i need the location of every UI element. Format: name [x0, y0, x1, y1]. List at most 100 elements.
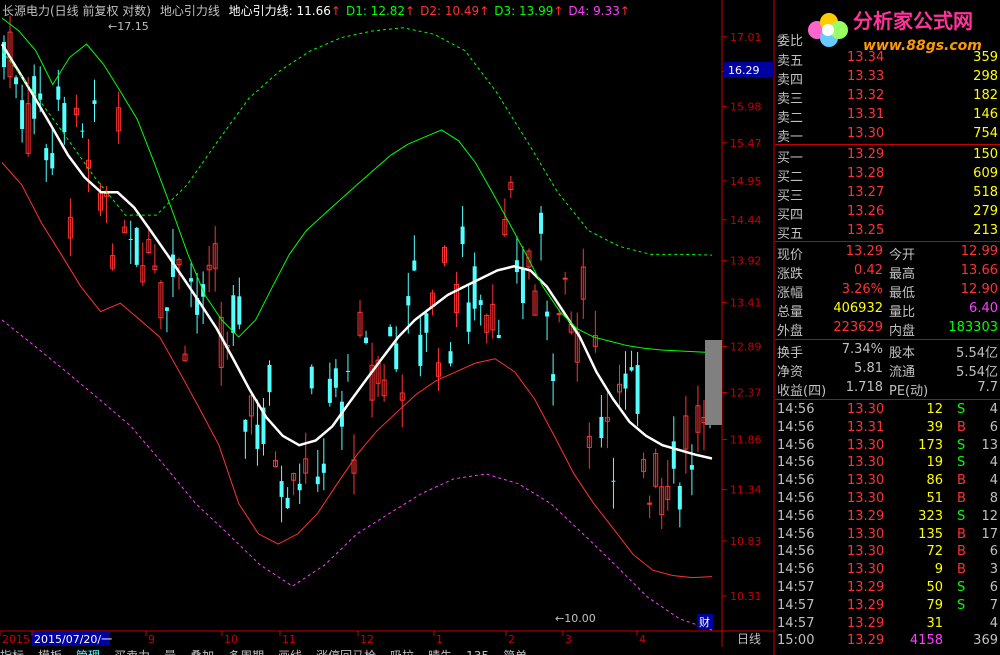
- x-tick-label: 2015: [2, 633, 30, 646]
- candle-body: [520, 268, 525, 304]
- tick-row: 14:56 13.29 323 S 12: [777, 508, 998, 524]
- y-tick-label: 13.92: [730, 255, 762, 268]
- candle-body: [237, 296, 242, 325]
- up-arrow-icon: ↑: [619, 4, 630, 18]
- candle-body: [333, 368, 338, 388]
- bottom-tab[interactable]: 简单: [503, 649, 527, 655]
- candle-body: [460, 226, 465, 245]
- x-tick-label: 3: [565, 633, 572, 646]
- candle-body: [231, 295, 236, 333]
- header-value-4: D4: 9.33: [568, 4, 620, 18]
- tick-row: 14:56 13.30 9 B 3: [777, 562, 998, 578]
- candle-body: [327, 378, 332, 403]
- quote-panel: 委比 卖五 13.34 359 卖四 13.33 298 卖三 13.32 182 卖二 13.31 1…: [775, 0, 1000, 655]
- bottom-tab[interactable]: 量: [164, 649, 176, 655]
- header-value-2: D2: 10.49: [420, 4, 480, 18]
- series-line-D2: [1, 162, 713, 579]
- x-tick-label: 9: [148, 633, 155, 646]
- candle-body: [551, 374, 556, 381]
- candle-body: [20, 100, 25, 129]
- y-tick-label: 17.01: [730, 31, 762, 44]
- stat-row: 总量 406932 量比 6.40: [777, 301, 998, 320]
- stat-row: 涨跌 0.42 最高 13.66: [777, 263, 998, 282]
- x-tick-label: 1: [436, 633, 443, 646]
- bottom-tab[interactable]: 涨停回马枪: [316, 649, 376, 655]
- ask-row: 卖五 13.34 359: [777, 50, 998, 69]
- tick-row: 14:56 13.30 72 B 6: [777, 544, 998, 560]
- stat-row: 现价 13.29 今开 12.99: [777, 244, 998, 263]
- header-value-1: D1: 12.82: [345, 4, 406, 18]
- candle-body: [80, 130, 85, 132]
- bottom-tab[interactable]: 吸拉: [390, 649, 414, 655]
- candle-body: [243, 419, 248, 432]
- candle-body: [285, 497, 290, 509]
- candle-body: [466, 302, 471, 332]
- tick-row: 14:56 13.30 173 S 13: [777, 437, 998, 453]
- bottom-tab[interactable]: 买卖力: [114, 649, 150, 655]
- bottom-tab[interactable]: 叠加: [190, 649, 214, 655]
- ask-row: 卖二 13.31 146: [777, 107, 998, 126]
- up-arrow-icon: ↑: [330, 4, 341, 18]
- chart-header: 长源电力(日线 前复权 对数) 地心引力线 地心引力线: 11.66↑ D1: 1…: [2, 2, 640, 18]
- y-tick-label: 14.95: [730, 175, 762, 188]
- candle-body: [412, 260, 417, 271]
- panel-divider-line: [775, 339, 1000, 340]
- candle-body: [364, 337, 369, 344]
- bottom-tab[interactable]: 多周期: [228, 649, 264, 655]
- ask-row: 卖一 13.30 754: [777, 126, 998, 145]
- bottom-tab[interactable]: 指标: [0, 649, 24, 655]
- info-row: 净资 5.81 流通 5.54亿: [777, 361, 998, 380]
- bottom-tab[interactable]: 晴朱: [428, 649, 452, 655]
- candle-body: [545, 311, 550, 317]
- bottom-tab[interactable]: 135: [466, 649, 489, 655]
- candle-body: [345, 370, 350, 372]
- stock-title: 长源电力(日线 前复权 对数): [2, 4, 151, 18]
- bottom-tab[interactable]: 画线: [278, 649, 302, 655]
- series-line-D3: [1, 27, 713, 256]
- candle-body: [44, 148, 49, 161]
- x-tick-label: 2015/07/20/一: [34, 633, 112, 646]
- candle-body: [267, 364, 272, 393]
- x-tick-label: 10: [224, 633, 238, 646]
- tick-row: 14:57 13.29 79 S 7: [777, 597, 998, 613]
- bottom-tab[interactable]: 管理: [76, 649, 100, 655]
- tick-row: 14:56 13.30 86 B 4: [777, 473, 998, 489]
- stat-row: 外盘 223629 内盘 183303: [777, 320, 998, 339]
- bid-row: 买五 13.25 213: [777, 223, 998, 242]
- kline-chart[interactable]: 17.0116.4915.9815.4714.9514.4413.9213.41…: [0, 0, 775, 655]
- candle-body: [297, 483, 302, 491]
- info-row: 换手 7.34% 股本 5.54亿: [777, 342, 998, 361]
- tick-row: 14:56 13.30 51 B 8: [777, 491, 998, 506]
- candle-body: [611, 480, 616, 482]
- ask-row: 卖四 13.33 298: [777, 69, 998, 88]
- candle-body: [418, 334, 423, 366]
- min-price-annotation: ←10.00: [555, 612, 596, 625]
- candle-body: [472, 266, 477, 309]
- bottom-tab-bar: 指标 模板 管理 买卖力 量 叠加 多周期 画线 涨停回马枪 吸拉 晴朱 135 简单: [0, 647, 775, 655]
- candle-body: [478, 300, 483, 305]
- bottom-tab[interactable]: 模板: [38, 649, 62, 655]
- period-label: 日线: [737, 632, 761, 646]
- y-tick-label: 11.86: [730, 434, 762, 447]
- candle-body: [56, 86, 61, 100]
- x-tick-label: 2: [508, 633, 515, 646]
- candle-body: [315, 476, 320, 485]
- candle-body: [92, 100, 97, 104]
- candle-body: [671, 441, 676, 469]
- candle-body: [677, 485, 682, 510]
- candle-body: [496, 334, 501, 338]
- tick-row: 15:00 13.29 4158 369: [777, 633, 998, 649]
- bid-row: 买一 13.29 150: [777, 147, 998, 166]
- candle-body: [50, 153, 55, 169]
- candle-body: [164, 307, 169, 311]
- up-arrow-icon: ↑: [479, 4, 490, 18]
- series-line-地心引力线: [0, 43, 713, 460]
- x-tick-label: 4: [639, 633, 646, 646]
- candle-body: [14, 77, 19, 85]
- y-tick-label: 12.89: [730, 341, 762, 354]
- info-row: 收益(四) 1.718 PE(动) 7.7: [777, 380, 998, 399]
- y-tick-label: 12.37: [730, 387, 762, 400]
- y-tick-label: 14.44: [730, 214, 762, 227]
- candle-body: [406, 296, 411, 306]
- tick-row: 14:56 13.30 12 S 4: [777, 402, 998, 417]
